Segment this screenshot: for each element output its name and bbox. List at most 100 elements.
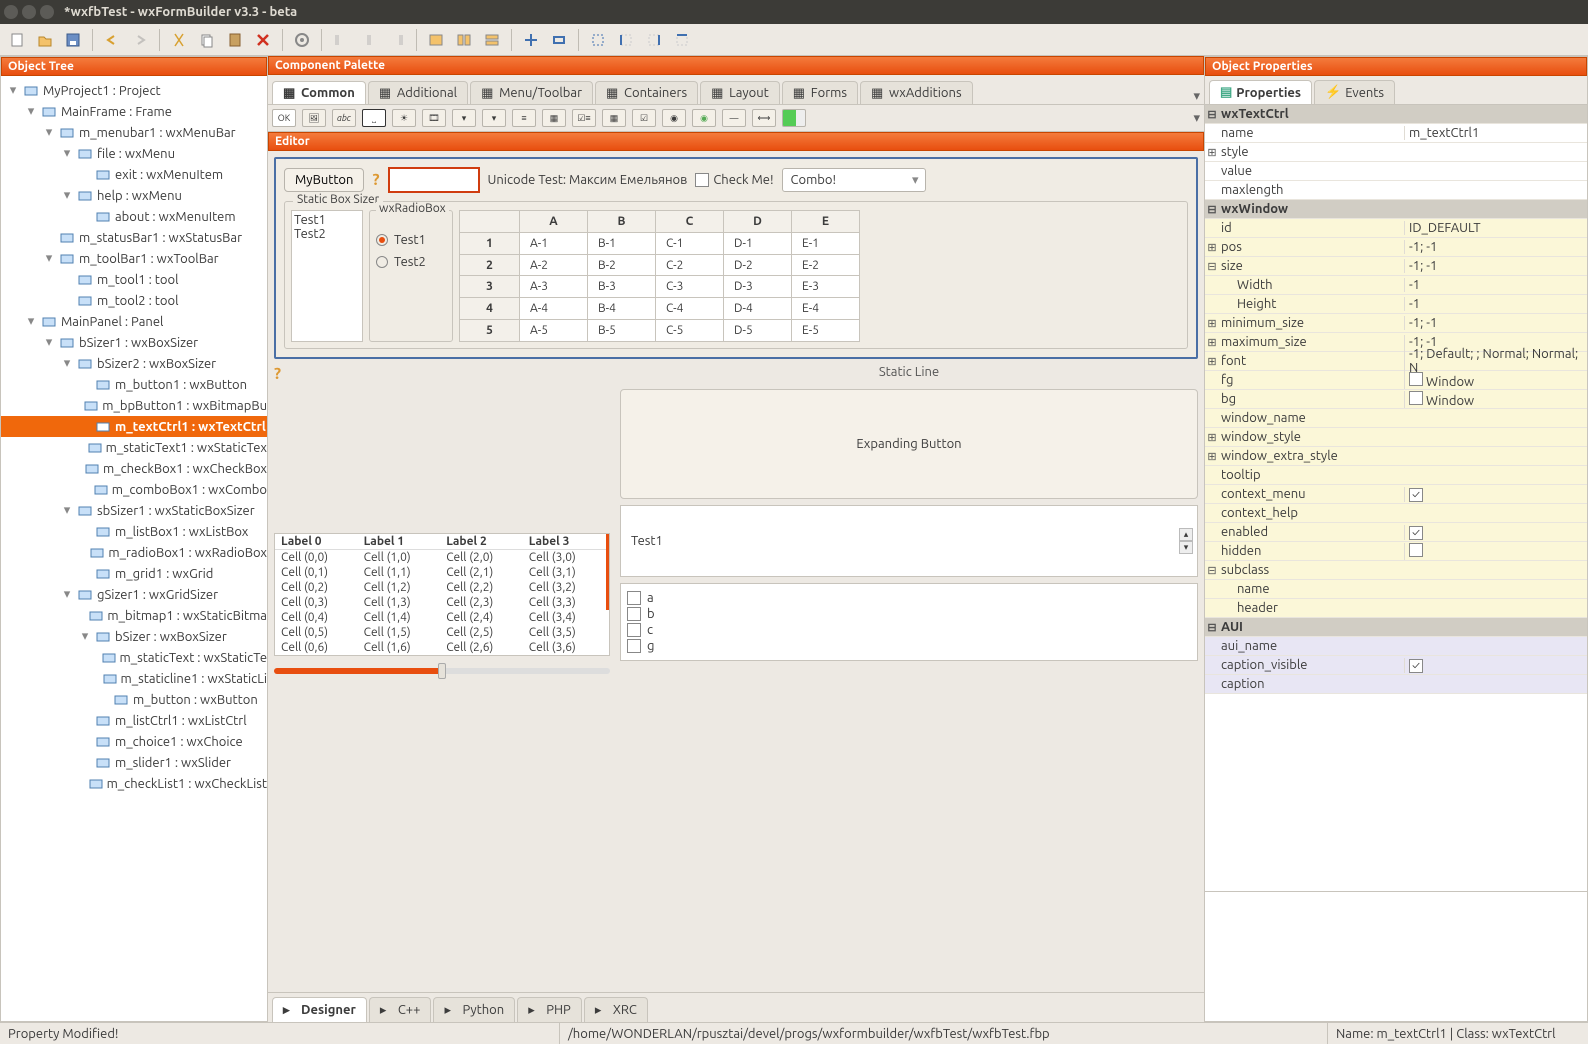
tree-item[interactable]: m_button1 : wxButton [1,374,267,395]
border-all-icon[interactable] [585,27,611,53]
wxchoice-icon[interactable]: ▾ [482,109,506,127]
layout-icon-1[interactable] [423,27,449,53]
tree-item[interactable]: m_staticText1 : wxStaticTex [1,437,267,458]
mybutton-button[interactable]: MyButton [284,168,364,192]
property-row[interactable]: caption_visible [1205,656,1587,675]
property-row[interactable]: idID_DEFAULT [1205,219,1587,238]
object-tree[interactable]: ▾MyProject1 : Project▾MainFrame : Frame ▾… [1,76,267,1021]
palette-tab-containers[interactable]: ▦Containers [595,81,698,104]
layout-icon-2[interactable] [451,27,477,53]
checkme-checkbox[interactable] [695,173,709,187]
property-grid[interactable]: ⊟wxTextCtrlnamem_textCtrl1⊞stylevaluemax… [1205,105,1587,891]
view-tab-designer[interactable]: ▸Designer [272,997,367,1022]
checklist-item[interactable]: b [627,606,1191,622]
new-file-icon[interactable] [4,27,30,53]
cut-icon[interactable] [166,27,192,53]
property-row[interactable]: namem_textCtrl1 [1205,124,1587,143]
spin-buttons[interactable]: ▴▾ [1179,528,1193,554]
property-row[interactable]: ⊞pos-1; -1 [1205,238,1587,257]
wxanimationctrl-icon[interactable]: 🎞 [422,109,446,127]
copy-icon[interactable] [194,27,220,53]
checklist-item[interactable]: c [627,622,1191,638]
stretch-icon[interactable] [546,27,572,53]
close-icon[interactable] [4,5,18,19]
tree-item[interactable]: m_radioBox1 : wxRadioBox [1,542,267,563]
view-tab-python[interactable]: ▸Python [433,997,515,1022]
wxcombobox-icon[interactable]: ▾ [452,109,476,127]
wxstaticline-icon[interactable]: — [722,109,746,127]
tree-item[interactable]: m_comboBox1 : wxCombo [1,479,267,500]
checklistbox[interactable]: abcg [620,583,1198,661]
palette-tab-common[interactable]: ▦Common [272,81,366,104]
property-row[interactable]: ⊟subclass [1205,561,1587,580]
align-center-icon[interactable] [356,27,382,53]
save-file-icon[interactable] [60,27,86,53]
tree-item[interactable]: exit : wxMenuItem [1,164,267,185]
property-row[interactable]: ⊞font-1; Default; ; Normal; Normal; N [1205,352,1587,371]
property-row[interactable]: context_menu [1205,485,1587,504]
wxlistbox-icon[interactable]: ≡ [512,109,536,127]
property-row[interactable]: ⊟wxTextCtrl [1205,105,1587,124]
align-left-icon[interactable] [328,27,354,53]
tree-item[interactable]: m_slider1 : wxSlider [1,752,267,773]
checklist-item[interactable]: a [627,590,1191,606]
property-row[interactable]: value [1205,162,1587,181]
property-row[interactable]: ⊞window_extra_style [1205,447,1587,466]
wxradiobutton-icon[interactable]: ◉ [662,109,686,127]
minimize-icon[interactable] [22,5,36,19]
tree-item[interactable]: ▾bSizer2 : wxBoxSizer [1,353,267,374]
tree-item[interactable]: m_button : wxButton [1,689,267,710]
property-row[interactable]: Height-1 [1205,295,1587,314]
wxgrid[interactable]: ABCDE1A-1B-1C-1D-1E-12A-2B-2C-2D-2E-23A-… [459,210,860,342]
wxslider-icon[interactable]: ⟷ [752,109,776,127]
property-row[interactable]: tooltip [1205,466,1587,485]
layout-icon-3[interactable] [479,27,505,53]
help-icon-2[interactable]: ? [274,365,610,383]
property-row[interactable]: ⊟AUI [1205,618,1587,637]
tree-item[interactable]: m_textCtrl1 : wxTextCtrl [1,416,267,437]
tab-events[interactable]: ⚡ Events [1314,80,1395,104]
property-row[interactable]: caption [1205,675,1587,694]
property-row[interactable]: ⊞minimum_size-1; -1 [1205,314,1587,333]
border-right-icon[interactable] [641,27,667,53]
tree-item[interactable]: m_grid1 : wxGrid [1,563,267,584]
tab-properties[interactable]: ▤ Properties [1209,80,1312,104]
property-row[interactable]: ⊟wxWindow [1205,200,1587,219]
radio-test2[interactable]: Test2 [376,251,446,273]
property-row[interactable]: bg Window [1205,390,1587,409]
tree-item[interactable]: m_staticText : wxStaticTe [1,647,267,668]
palette-tab-menutoolbar[interactable]: ▦Menu/Toolbar [470,81,593,104]
radio-test1[interactable]: Test1 [376,229,446,251]
wxtextctrl-icon[interactable]: ⎵ [362,109,386,127]
tree-item[interactable]: ▾file : wxMenu [1,143,267,164]
delete-icon[interactable] [250,27,276,53]
expanding-button[interactable]: Expanding Button [620,389,1198,499]
property-row[interactable]: maxlength [1205,181,1587,200]
combo-box[interactable]: Combo! [782,168,926,192]
palette-tab-forms[interactable]: ▦Forms [782,81,858,104]
property-row[interactable]: ⊟size-1; -1 [1205,257,1587,276]
wxgauge-icon[interactable] [782,109,806,127]
maximize-icon[interactable] [40,5,54,19]
tree-item[interactable]: m_choice1 : wxChoice [1,731,267,752]
slider[interactable] [274,668,610,674]
redo-icon[interactable] [127,27,153,53]
property-row[interactable]: ⊞style [1205,143,1587,162]
property-row[interactable]: fg Window [1205,371,1587,390]
tree-item[interactable]: ▾MainFrame : Frame [1,101,267,122]
open-file-icon[interactable] [32,27,58,53]
generate-icon[interactable] [289,27,315,53]
tree-item[interactable]: ▾MyProject1 : Project [1,80,267,101]
paste-icon[interactable] [222,27,248,53]
property-row[interactable]: name [1205,580,1587,599]
align-right-icon[interactable] [384,27,410,53]
property-row[interactable]: aui_name [1205,637,1587,656]
designer-canvas[interactable]: MyButton ? Unicode Test: Максим Емельяно… [268,151,1204,992]
wxbitmapbutton-icon[interactable]: 🖼 [302,109,326,127]
wxcheckbox-icon[interactable]: ☑ [632,109,656,127]
palette-tab-layout[interactable]: ▦Layout [700,81,780,104]
palette-tab-wxadditions[interactable]: ▦wxAdditions [860,81,973,104]
undo-icon[interactable] [99,27,125,53]
tree-item[interactable]: m_bitmap1 : wxStaticBitma [1,605,267,626]
listbox[interactable]: Test1 Test2 [291,210,363,342]
